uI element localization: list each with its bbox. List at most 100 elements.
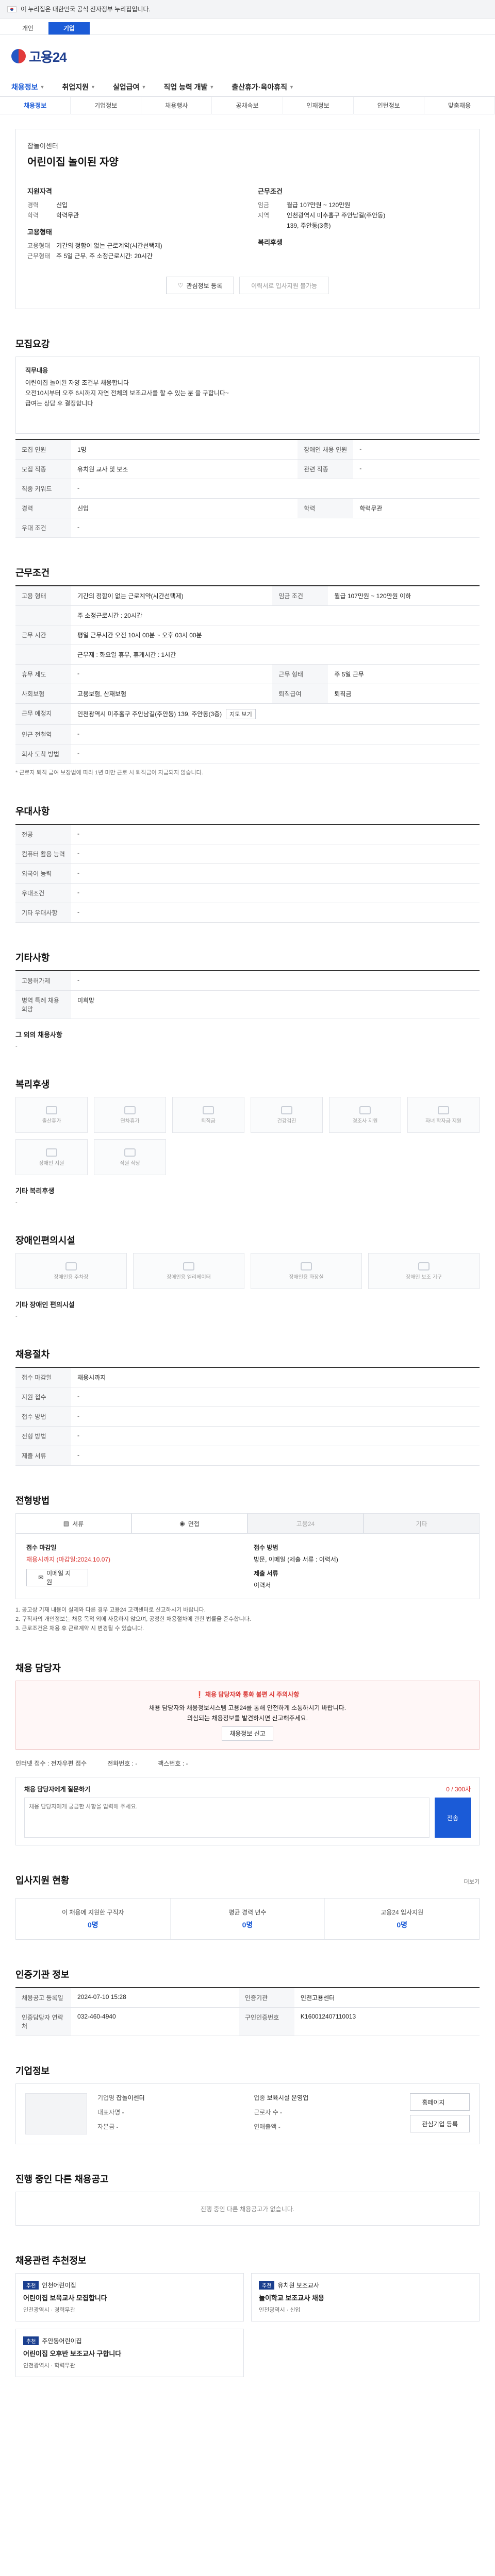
table-row: 전공 -	[15, 824, 480, 844]
notice-line: 어린이집 놀이된 자양 조건부 채용합니다	[25, 379, 129, 386]
company-card: 기업명 잡놀이센터 업종 보육시설 운영업 대표자명 - 근로자 수 - 자본금…	[15, 2083, 480, 2144]
company-interest-button[interactable]: 관심기업 등록	[410, 2115, 470, 2132]
table-row: 경력 신입 학력 학력무관	[15, 498, 480, 518]
table-row: 사회보험 고용보험, 산재보험 퇴직급여 퇴직금	[15, 684, 480, 704]
tab-company[interactable]: 기업	[48, 22, 90, 35]
report-job-button[interactable]: 채용정보 신고	[222, 1726, 273, 1741]
stats-more-link[interactable]: 더보기	[464, 1877, 480, 1886]
job-summary-card: 잡놀이센터 어린이집 놀이된 자양 지원자격 경력 신입 학력 학력무관 고용형태 …	[15, 129, 480, 309]
welfare-grid: 출산휴가 연차휴가 퇴직금 건강검진 경조사 지원 자녀 학자금 지원 장애인 …	[15, 1097, 480, 1175]
subnav-item[interactable]: 공채속보	[212, 96, 283, 114]
email-apply-button[interactable]: ✉ 이메일 지원	[26, 1569, 88, 1586]
subnav-item[interactable]: 인턴정보	[354, 96, 424, 114]
stats-row: 이 채용에 지원한 구직자 0명 평균 경력 년수 0명 고용24 입사지원 0명	[15, 1898, 480, 1940]
facility-item: 장애인 보조 기구	[368, 1253, 480, 1289]
map-view-button[interactable]: 지도 보기	[226, 709, 256, 719]
gnb-item-support[interactable]: 취업지원 ▼	[62, 82, 95, 92]
recruit-table: 모집 인원 1명 장애인 채용 인원 - 모집 직종 유치원 교사 및 보조 관련 직종 -…	[15, 439, 480, 538]
table-row: 전형 방법 -	[15, 1426, 480, 1446]
main-navigation: 채용정보 ▼ 취업지원 ▼ 실업급여 ▼ 직업 능력 개발 ▼ 출산휴가·육아휴직 ▼	[0, 77, 495, 97]
gnb-item-unemployment[interactable]: 실업급여 ▼	[113, 82, 146, 92]
mail-icon: ✉	[38, 1574, 44, 1581]
recommend-card[interactable]: 추천 주안동어린이집 어린이집 오후반 보조교사 구합니다 인천광역시 · 학력무관	[15, 2329, 244, 2377]
recommend-grid: 추천 인천어린이집 어린이집 보육교사 모집합니다 인천광역시 · 경력무관 추천 유치…	[15, 2273, 480, 2377]
notice-line: 급여는 상담 후 결정합니다	[25, 400, 93, 407]
apply-method-tabs: ▤ 서류 ◉ 면접 고용24 기타	[15, 1513, 480, 1534]
company-heading: 기업정보	[15, 2066, 50, 2076]
welfare-item: 출산휴가	[15, 1097, 88, 1133]
table-row: 채용공고 등록일 2024-07-10 15:28 인증기관 인천고용센터	[15, 1988, 480, 2008]
footer-spacer	[15, 2377, 480, 2418]
welfare-other-label: 기타 복리후생	[15, 1187, 55, 1195]
gnb-item-training[interactable]: 직업 능력 개발 ▼	[163, 82, 214, 92]
elevator-icon	[183, 1262, 194, 1270]
deadline-value: 채용시까지 (마감일:2024.10.07)	[26, 1556, 111, 1563]
apply-method-heading: 전형방법	[15, 1496, 50, 1506]
table-row: 제출 서류 -	[15, 1446, 480, 1466]
chevron-down-icon: ▼	[90, 84, 95, 90]
gov-banner-text: 이 누리집은 대한민국 공식 전자정부 누리집입니다.	[21, 6, 151, 13]
table-row: 고용 형태 기간의 정함이 없는 근로계약(시간선택제) 임금 조건 월급 107만원…	[15, 586, 480, 606]
interview-icon: ◉	[179, 1520, 185, 1527]
recommend-card[interactable]: 추천 유치원 보조교사 놀이학교 보조교사 채용 인천광역시 · 신입	[251, 2273, 480, 2321]
apply-tab-documents[interactable]: ▤ 서류	[15, 1513, 131, 1534]
top-tabs: 개인 기업	[0, 19, 495, 35]
question-send-button[interactable]: 전송	[435, 1798, 471, 1838]
summary-row: 임금 월급 107만원 ~ 120만원	[258, 201, 351, 209]
gov-banner: 이 누리집은 대한민국 공식 전자정부 누리집입니다.	[0, 0, 495, 19]
table-row: 직종 키워드 -	[15, 479, 480, 499]
summary-right-column: 근무조건 임금 월급 107만원 ~ 120만원 지역 인천광역시 미추홀구 주안남…	[258, 180, 468, 261]
subnav-item[interactable]: 기업정보	[71, 96, 142, 114]
char-counter: 0 / 300자	[446, 1786, 471, 1793]
welfare-item: 퇴직금	[172, 1097, 244, 1133]
table-row: 병역 특례 채용 희망 미희망	[15, 990, 480, 1019]
benefit-icon	[124, 1148, 136, 1157]
table-row: 회사 도착 방법 -	[15, 744, 480, 764]
table-row: 컴퓨터 활용 능력 -	[15, 844, 480, 864]
note-line: 1. 공고상 기재 내용이 실제와 다른 경우 고용24 고객센터로 신고하시기…	[15, 1607, 206, 1613]
interest-register-button[interactable]: ♡ 관심정보 등록	[166, 277, 235, 294]
disability-other-label: 기타 장애인 편의시설	[15, 1301, 75, 1309]
logo-mark-icon	[11, 49, 26, 63]
recommend-card[interactable]: 추천 인천어린이집 어린이집 보육교사 모집합니다 인천광역시 · 경력무관	[15, 2273, 244, 2321]
welfare-heading: 복리후생	[15, 1079, 50, 1090]
tab-personal[interactable]: 개인	[7, 22, 48, 35]
apply-tab-other[interactable]: 기타	[364, 1513, 480, 1534]
apply-info-table: 접수 마감일 채용시까지 지원 접수 - 접수 방법 - 전형 방법 - 제출 서류 -	[15, 1367, 480, 1466]
table-row: 접수 방법 -	[15, 1406, 480, 1427]
apply-notes: 1. 공고상 기재 내용이 실제와 다른 경우 고용24 고객센터로 신고하시기…	[15, 1605, 480, 1633]
question-box: 채용 담당자에게 질문하기0 / 300자 전송	[15, 1777, 480, 1845]
contact-warning: ❗ 채용 담당자와 통화 불편 시 주의사항 채용 담당자와 채용정보시스템 고…	[15, 1681, 480, 1750]
apply-tab-interview[interactable]: ◉ 면접	[131, 1513, 248, 1534]
homepage-button[interactable]: 홈페이지	[410, 2093, 470, 2111]
stat-item: 고용24 입사지원 0명	[381, 1909, 424, 1929]
subnav-item[interactable]: 채용행사	[141, 96, 212, 114]
benefit-icon	[438, 1106, 449, 1114]
subnav-item[interactable]: 인재정보	[283, 96, 354, 114]
site-logo[interactable]: 고용24	[11, 47, 67, 66]
contact-heading: 채용 담당자	[15, 1663, 61, 1673]
chevron-down-icon: ▼	[289, 84, 294, 90]
apply-tab-online[interactable]: 고용24	[248, 1513, 364, 1534]
disability-heading: 장애인편의시설	[15, 1235, 75, 1246]
benefits-heading: 복리후생	[258, 239, 283, 246]
heart-icon: ♡	[177, 282, 184, 289]
table-row: 고용허가제 -	[15, 971, 480, 991]
apply-method-body: 접수 마감일 채용시까지 (마감일:2024.10.07) ✉ 이메일 지원 접수…	[15, 1534, 480, 1599]
prefer-table: 전공 - 컴퓨터 활용 능력 - 외국어 능력 - 우대조건 - 기타 우대사항 -	[15, 824, 480, 923]
welfare-item: 건강검진	[251, 1097, 323, 1133]
question-input[interactable]	[24, 1798, 430, 1838]
gnb-item-jobs[interactable]: 채용정보 ▼	[11, 82, 44, 92]
agency-table: 채용공고 등록일 2024-07-10 15:28 인증기관 인천고용센터 인증담당자…	[15, 1987, 480, 2036]
apply-deadline-block: 접수 마감일 채용시까지 (마감일:2024.10.07) ✉ 이메일 지원	[26, 1543, 241, 1589]
subnav-item[interactable]: 맞춤채용	[424, 96, 495, 114]
notice-box: 직무내용 어린이집 놀이된 자양 조건부 채용합니다 오전10시부터 오후 6시…	[15, 357, 480, 434]
assistive-device-icon	[418, 1262, 430, 1270]
work-table: 고용 형태 기간의 정함이 없는 근로계약(시간선택제) 임금 조건 월급 107만원…	[15, 585, 480, 764]
gnb-item-leave[interactable]: 출산휴가·육아휴직 ▼	[232, 82, 294, 92]
apply-resume-button[interactable]: 이력서로 입사지원 불가능	[239, 277, 329, 294]
summary-row: 경력 신입	[27, 201, 68, 209]
benefit-icon	[281, 1106, 292, 1114]
warning-icon: ❗	[195, 1691, 204, 1698]
subnav-item[interactable]: 채용정보	[0, 96, 71, 114]
